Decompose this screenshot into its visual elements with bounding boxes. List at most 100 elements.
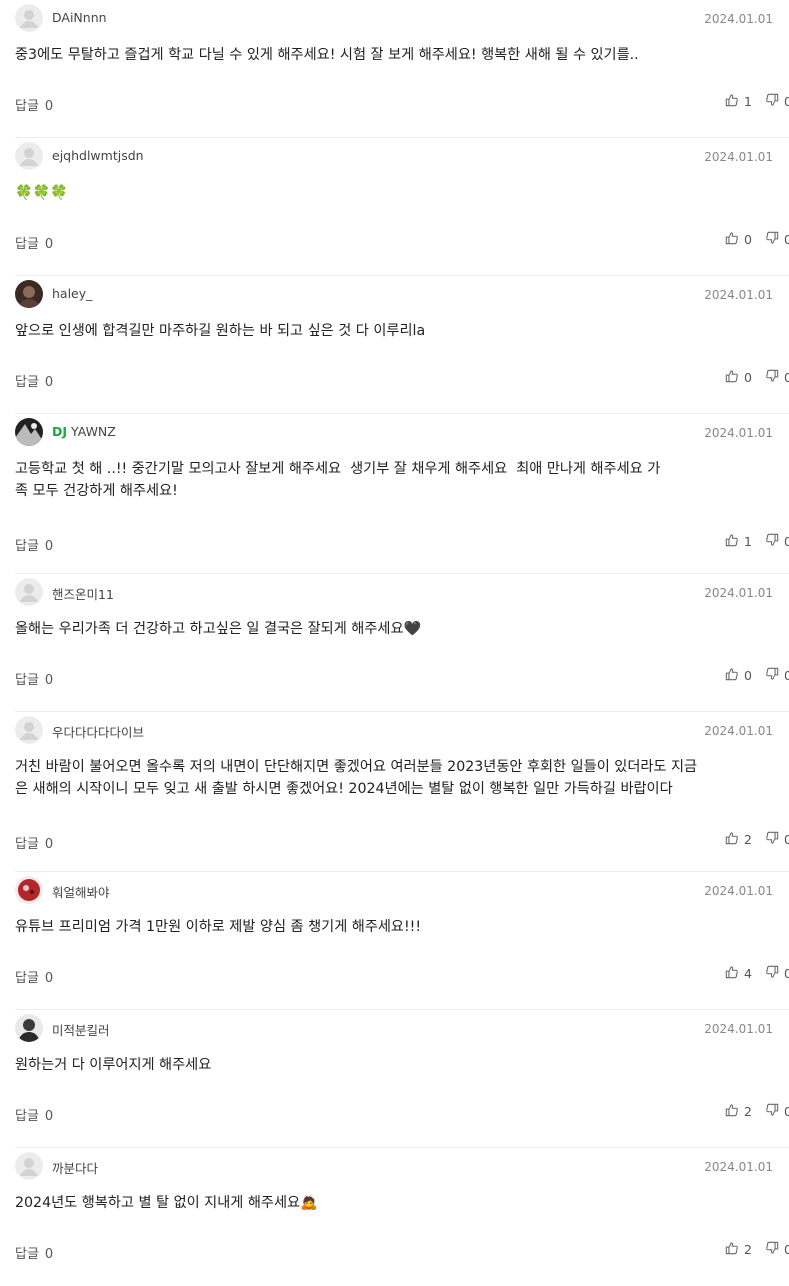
avatar[interactable] — [15, 1014, 43, 1042]
reply-button[interactable]: 답글 0 — [15, 371, 53, 390]
author-label: ejqhdlwmtjsdn — [52, 148, 144, 163]
dislike-button[interactable]: 0 — [765, 533, 789, 550]
avatar[interactable] — [15, 142, 43, 170]
dislike-count: 0 — [783, 1242, 789, 1257]
thumbs-down-icon — [765, 831, 784, 848]
comment-body: 2024년도 행복하고 별 탈 없이 지내게 해주세요🙇 — [15, 1192, 789, 1214]
reply-button[interactable]: 답글 0 — [15, 535, 53, 554]
thumbs-down-icon — [765, 231, 784, 248]
dislike-button[interactable]: 0 — [765, 93, 789, 110]
thumbs-down-icon — [765, 667, 784, 684]
like-button[interactable]: 0 — [725, 231, 752, 248]
dislike-count: 0 — [783, 94, 789, 109]
comment-body: 유튜브 프리미엄 가격 1만원 이하로 제발 양심 좀 챙기게 해주세요!!! — [15, 916, 789, 938]
avatar[interactable] — [15, 4, 43, 32]
thumbs-down-icon — [765, 369, 784, 386]
like-button[interactable]: 1 — [725, 93, 752, 110]
reply-label: 답글 — [15, 539, 39, 554]
like-button[interactable]: 4 — [725, 965, 752, 982]
author-label: YAWNZ — [71, 424, 116, 439]
dislike-count: 0 — [783, 668, 789, 683]
like-button[interactable]: 2 — [725, 1103, 752, 1120]
comment-date: 2024.01.01 — [704, 1160, 773, 1174]
author-name[interactable]: DJ YAWNZ — [52, 424, 116, 439]
comment-body: 🍀🍀🍀 — [15, 182, 789, 204]
comment-text-line: 고등학교 첫 해 ..!! 중간기말 모의고사 잘보게 해주세요 ￼ 생기부 잘… — [15, 461, 661, 477]
dislike-button[interactable]: 0 — [765, 1241, 789, 1258]
like-button[interactable]: 2 — [725, 1241, 752, 1258]
dislike-button[interactable]: 0 — [765, 831, 789, 848]
reply-button[interactable]: 답글 0 — [15, 967, 53, 986]
reply-button[interactable]: 답글 0 — [15, 669, 53, 688]
author-label: DAiNnnn — [52, 10, 107, 25]
dislike-button[interactable]: 0 — [765, 1103, 789, 1120]
like-button[interactable]: 1 — [725, 533, 752, 550]
author-name[interactable]: ejqhdlwmtjsdn — [52, 148, 144, 163]
comment-item: 훠얼해봐야 2024.01.01 유튜브 프리미엄 가격 1만원 이하로 제발 … — [15, 872, 789, 1010]
like-count: 1 — [744, 534, 752, 549]
reply-count: 0 — [44, 971, 54, 986]
author-name[interactable]: haley_ — [52, 286, 92, 301]
author-name[interactable]: 우다다다다다이브 — [52, 722, 144, 741]
comment-text-line: 중3에도 무탈하고 즐겁게 학교 다닐 수 있게 해주세요! 시험 잘 보게 해… — [15, 47, 639, 63]
like-button[interactable]: 0 — [725, 369, 752, 386]
reply-button[interactable]: 답글 0 — [15, 1105, 53, 1124]
like-button[interactable]: 2 — [725, 831, 752, 848]
vote-group: 2 0 — [725, 831, 789, 848]
author-name[interactable]: 까분다다 — [52, 1158, 98, 1177]
reply-label: 답글 — [15, 837, 39, 852]
like-button[interactable]: 0 — [725, 667, 752, 684]
author-label: 까분다다 — [52, 1161, 99, 1176]
avatar[interactable] — [15, 280, 43, 308]
reply-count: 0 — [44, 1247, 54, 1262]
dislike-count: 0 — [783, 232, 789, 247]
comment-date: 2024.01.01 — [704, 586, 773, 600]
thumbs-up-icon — [725, 231, 744, 248]
like-count: 2 — [744, 1104, 752, 1119]
comment-text-line: 앞으로 인생에 합격길만 마주하길 원하는 바 되고 싶은 것 다 이루리la — [15, 323, 426, 339]
dislike-button[interactable]: 0 — [765, 369, 789, 386]
comment-item: ejqhdlwmtjsdn 2024.01.01 🍀🍀🍀 답글 0 0 0 — [15, 138, 789, 276]
dislike-count: 0 — [783, 966, 789, 981]
reply-button[interactable]: 답글 0 — [15, 233, 53, 252]
reply-count: 0 — [44, 837, 54, 852]
comment-body: 고등학교 첫 해 ..!! 중간기말 모의고사 잘보게 해주세요 ￼ 생기부 잘… — [15, 458, 789, 502]
avatar[interactable] — [15, 578, 43, 606]
thumbs-up-icon — [725, 93, 744, 110]
avatar[interactable] — [15, 418, 43, 446]
author-label: 미적분킬러 — [52, 1023, 110, 1038]
reply-button[interactable]: 답글 0 — [15, 833, 53, 852]
author-name[interactable]: 훠얼해봐야 — [52, 882, 110, 901]
dislike-button[interactable]: 0 — [765, 965, 789, 982]
comment-date: 2024.01.01 — [704, 12, 773, 26]
dislike-count: 0 — [783, 1104, 789, 1119]
vote-group: 0 0 — [725, 667, 789, 684]
author-name[interactable]: DAiNnnn — [52, 10, 107, 25]
comment-item: 우다다다다다이브 2024.01.01 거친 바람이 불어오면 올수록 저의 내… — [15, 712, 789, 872]
user-badge: DJ — [52, 424, 68, 439]
avatar[interactable] — [15, 1152, 43, 1180]
reply-count: 0 — [44, 539, 54, 554]
avatar[interactable] — [15, 876, 43, 904]
dislike-count: 0 — [783, 534, 789, 549]
reply-button[interactable]: 답글 0 — [15, 1243, 53, 1262]
comment-text-line: 2024년도 행복하고 별 탈 없이 지내게 해주세요🙇 — [15, 1195, 318, 1211]
thumbs-down-icon — [765, 965, 784, 982]
avatar[interactable] — [15, 716, 43, 744]
thumbs-up-icon — [725, 965, 744, 982]
comment-date: 2024.01.01 — [704, 288, 773, 302]
author-name[interactable]: 미적분킬러 — [52, 1020, 110, 1039]
comment-date: 2024.01.01 — [704, 150, 773, 164]
comment-text-line: 🍀🍀🍀 — [15, 185, 68, 201]
author-name[interactable]: 핸즈온미11 — [52, 584, 114, 603]
thumbs-up-icon — [725, 533, 744, 550]
dislike-button[interactable]: 0 — [765, 667, 789, 684]
vote-group: 2 0 — [725, 1241, 789, 1258]
reply-label: 답글 — [15, 375, 39, 390]
reply-button[interactable]: 답글 0 — [15, 95, 53, 114]
like-count: 2 — [744, 832, 752, 847]
author-label: 훠얼해봐야 — [52, 885, 110, 900]
thumbs-down-icon — [765, 93, 784, 110]
dislike-button[interactable]: 0 — [765, 231, 789, 248]
vote-group: 0 0 — [725, 369, 789, 386]
